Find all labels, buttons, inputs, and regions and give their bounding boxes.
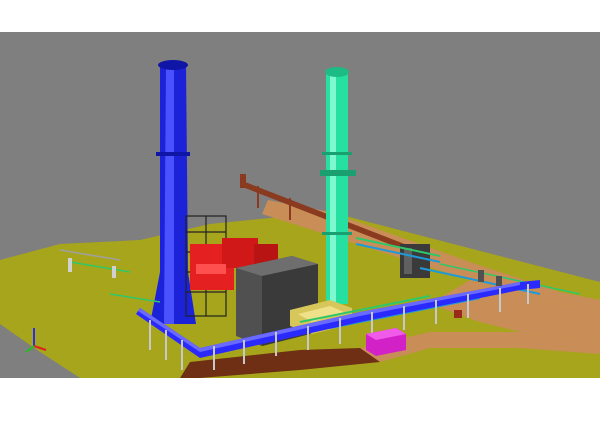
plant-model-scene[interactable]: [0, 32, 600, 378]
3d-viewport[interactable]: [0, 32, 600, 378]
